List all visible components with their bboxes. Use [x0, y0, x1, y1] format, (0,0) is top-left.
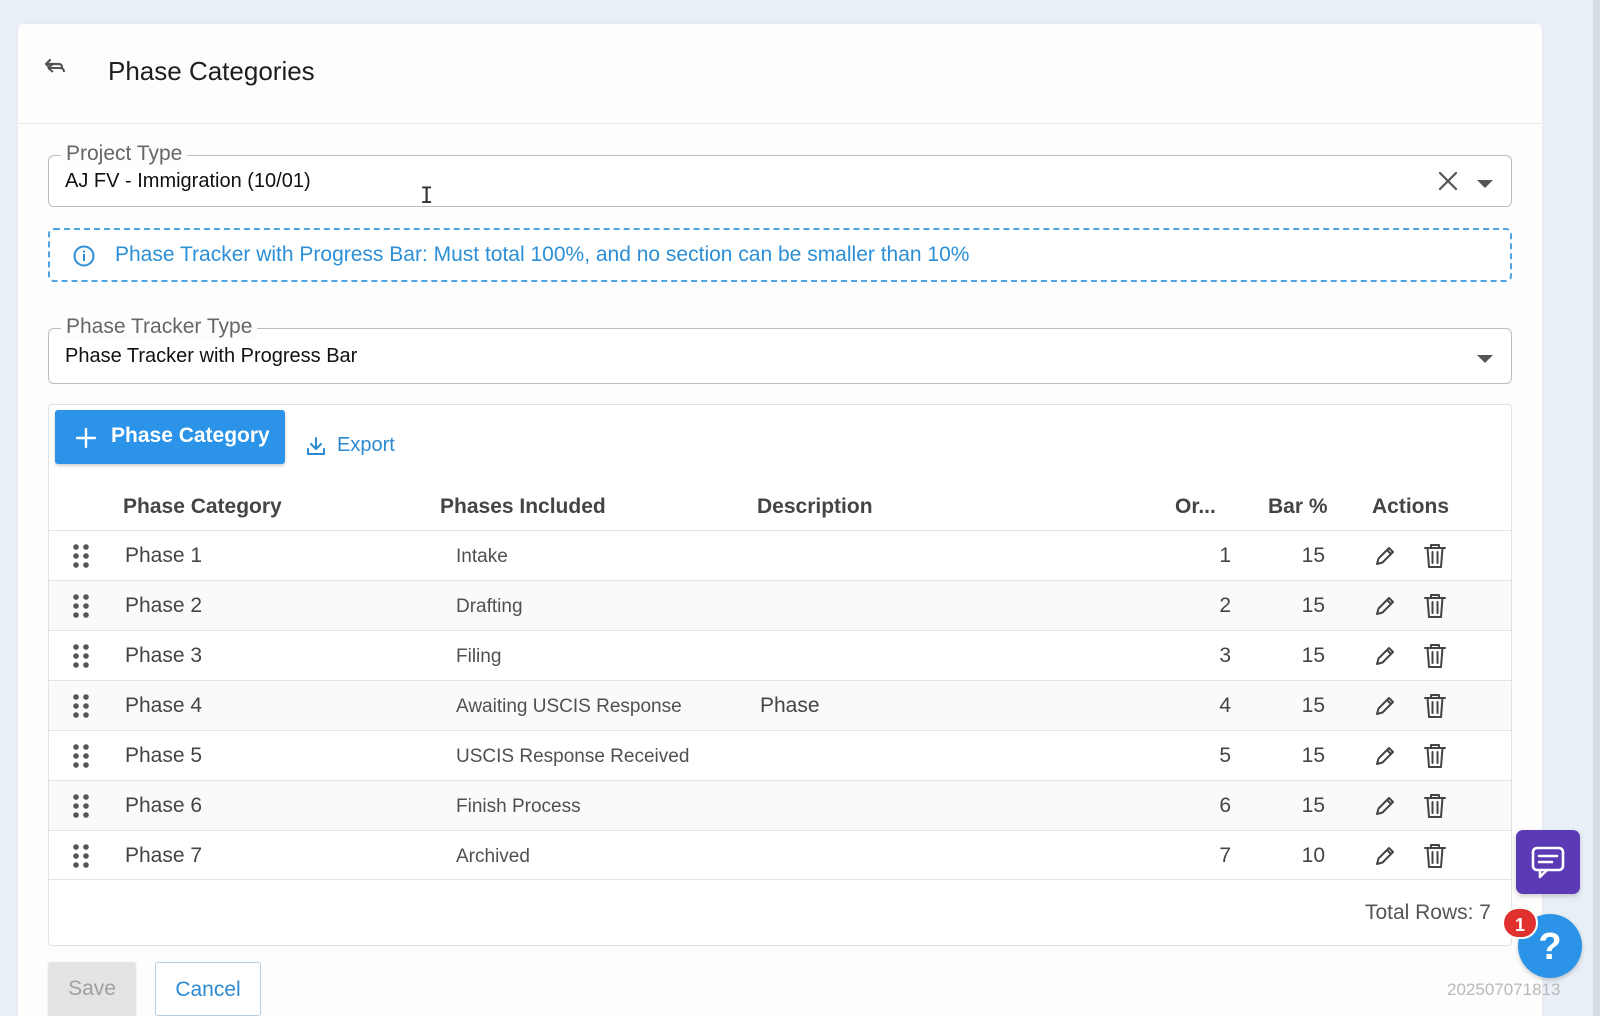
plus-icon: [75, 427, 97, 449]
drag-handle-icon[interactable]: [71, 793, 91, 819]
drag-handle-icon[interactable]: [71, 743, 91, 769]
cell-phase-category: Phase 5: [125, 744, 203, 767]
table-row[interactable]: Phase 2 Drafting 2 15: [49, 580, 1511, 630]
download-icon: [305, 435, 327, 457]
cell-bar-percent: 15: [1301, 694, 1325, 717]
total-rows: Total Rows: 7: [1364, 901, 1491, 924]
cell-phase-category: Phase 4: [125, 694, 203, 717]
trash-icon[interactable]: [1422, 542, 1448, 570]
column-header-phase-category[interactable]: Phase Category: [123, 495, 282, 519]
project-type-value: AJ FV - Immigration (10/01): [65, 170, 311, 192]
pencil-icon[interactable]: [1372, 593, 1398, 619]
cell-order: 6: [1219, 794, 1231, 817]
add-phase-category-button[interactable]: Phase Category: [55, 410, 285, 464]
phase-tracker-type-value: Phase Tracker with Progress Bar: [65, 345, 358, 367]
column-header-order[interactable]: Or...: [1175, 495, 1216, 519]
cell-phases-included: Filing: [456, 646, 502, 667]
page-header: Phase Categories: [18, 24, 1542, 124]
drag-handle-icon[interactable]: [71, 693, 91, 719]
cell-bar-percent: 15: [1301, 794, 1325, 817]
cell-description: Phase: [760, 694, 820, 717]
trash-icon[interactable]: [1422, 642, 1448, 670]
clear-icon[interactable]: [1435, 168, 1461, 194]
phase-categories-panel: Phase Categories Project Type AJ FV - Im…: [18, 24, 1542, 1016]
version-number: 202507071813: [1447, 980, 1561, 999]
pencil-icon[interactable]: [1372, 743, 1398, 769]
info-icon: [72, 244, 96, 268]
notification-badge: 1: [1502, 907, 1538, 939]
export-label: Export: [337, 434, 395, 456]
table-row[interactable]: Phase 1 Intake 1 15: [49, 530, 1511, 580]
cell-phase-category: Phase 2: [125, 594, 203, 617]
trash-icon[interactable]: [1422, 792, 1448, 820]
cell-phases-included: Finish Process: [456, 796, 581, 817]
column-header-bar-percent[interactable]: Bar %: [1268, 495, 1328, 519]
table-row[interactable]: Phase 4 Awaiting USCIS Response Phase 4 …: [49, 680, 1511, 730]
text-cursor-icon: I: [420, 184, 434, 209]
chevron-down-icon[interactable]: [1477, 351, 1493, 363]
info-alert: Phase Tracker with Progress Bar: Must to…: [48, 228, 1512, 282]
cell-order: 7: [1219, 844, 1231, 867]
cell-bar-percent: 15: [1301, 744, 1325, 767]
cell-phases-included: Drafting: [456, 596, 523, 617]
cell-bar-percent: 15: [1301, 644, 1325, 667]
drag-handle-icon[interactable]: [71, 843, 91, 869]
trash-icon[interactable]: [1422, 742, 1448, 770]
pencil-icon[interactable]: [1372, 643, 1398, 669]
pencil-icon[interactable]: [1372, 843, 1398, 869]
svg-text:?: ?: [1538, 926, 1561, 968]
cell-phase-category: Phase 1: [125, 544, 203, 567]
cell-order: 2: [1219, 594, 1231, 617]
cell-phase-category: Phase 7: [125, 844, 203, 867]
table-row[interactable]: Phase 3 Filing 3 15: [49, 630, 1511, 680]
drag-handle-icon[interactable]: [71, 543, 91, 569]
info-text: Phase Tracker with Progress Bar: Must to…: [115, 243, 970, 266]
trash-icon[interactable]: [1422, 842, 1448, 870]
page-title: Phase Categories: [108, 56, 315, 86]
drag-handle-icon[interactable]: [71, 593, 91, 619]
phase-tracker-type-select[interactable]: Phase Tracker Type Phase Tracker with Pr…: [48, 315, 1512, 384]
back-arrow-icon[interactable]: [40, 58, 68, 82]
column-header-actions: Actions: [1372, 495, 1450, 518]
chevron-down-icon[interactable]: [1477, 176, 1493, 188]
cell-bar-percent: 15: [1301, 594, 1325, 617]
phase-category-grid: Phase Category Export Phase Category Pha…: [48, 404, 1512, 946]
column-header-description[interactable]: Description: [757, 495, 873, 519]
cell-phase-category: Phase 6: [125, 794, 203, 817]
phase-tracker-type-label: Phase Tracker Type: [61, 315, 258, 339]
column-header-phases-included[interactable]: Phases Included: [440, 495, 606, 519]
add-phase-category-label: Phase Category: [111, 424, 270, 447]
cell-order: 4: [1219, 694, 1231, 717]
table-row[interactable]: Phase 7 Archived 7 10: [49, 830, 1511, 880]
drag-handle-icon[interactable]: [71, 643, 91, 669]
cell-phases-included: Intake: [456, 546, 508, 567]
trash-icon[interactable]: [1422, 592, 1448, 620]
save-button[interactable]: Save: [48, 962, 136, 1016]
cancel-button[interactable]: Cancel: [155, 962, 261, 1016]
pencil-icon[interactable]: [1372, 793, 1398, 819]
trash-icon[interactable]: [1422, 692, 1448, 720]
cell-bar-percent: 10: [1301, 844, 1325, 867]
cell-bar-percent: 15: [1301, 544, 1325, 567]
cell-phases-included: USCIS Response Received: [456, 746, 690, 767]
table-row[interactable]: Phase 5 USCIS Response Received 5 15: [49, 730, 1511, 780]
cell-order: 1: [1219, 544, 1231, 567]
scrollbar[interactable]: [1593, 0, 1600, 1016]
cell-order: 5: [1219, 744, 1231, 767]
table-row[interactable]: Phase 6 Finish Process 6 15: [49, 780, 1511, 830]
pencil-icon[interactable]: [1372, 693, 1398, 719]
cell-phase-category: Phase 3: [125, 644, 203, 667]
cell-phases-included: Awaiting USCIS Response: [456, 696, 682, 717]
project-type-label: Project Type: [61, 142, 188, 166]
chat-icon[interactable]: [1516, 830, 1580, 894]
cell-phases-included: Archived: [456, 846, 530, 867]
project-type-select[interactable]: Project Type AJ FV - Immigration (10/01): [48, 142, 1512, 207]
pencil-icon[interactable]: [1372, 543, 1398, 569]
cell-order: 3: [1219, 644, 1231, 667]
